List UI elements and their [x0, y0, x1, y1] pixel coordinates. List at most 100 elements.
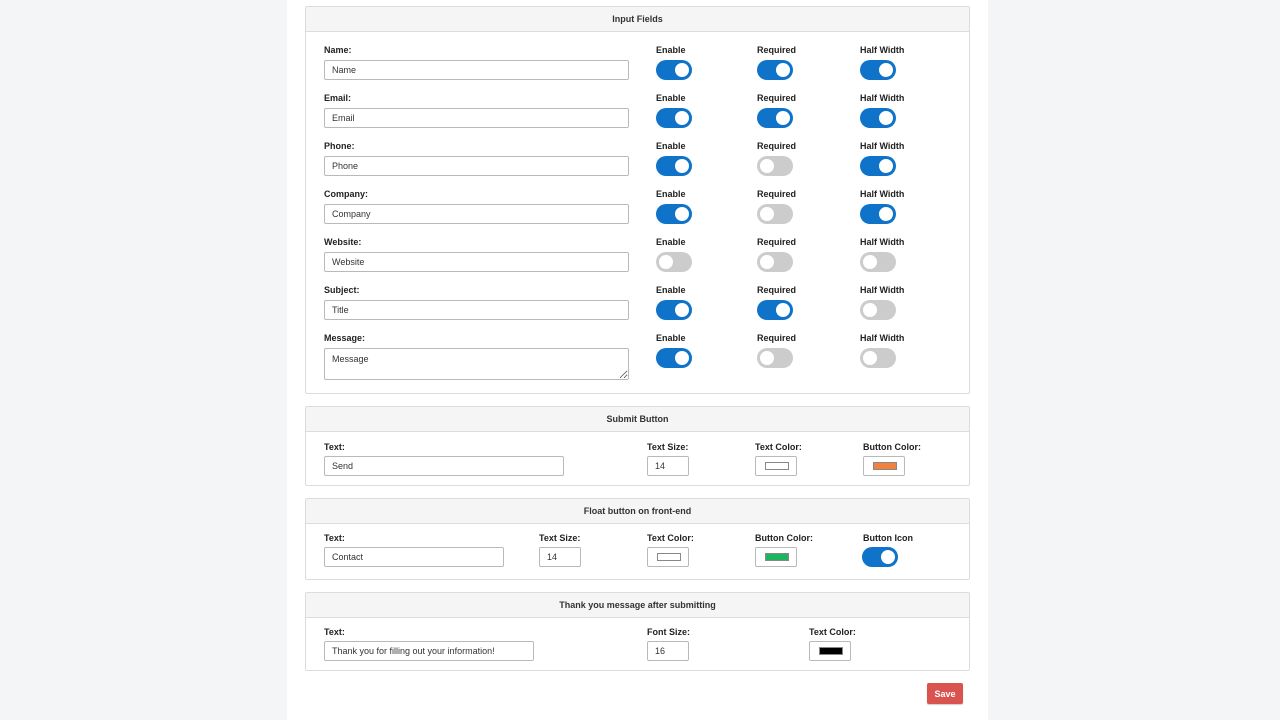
required-toggle-phone[interactable] — [757, 156, 793, 176]
float-button-color-chip — [765, 553, 789, 561]
toggle-knob — [675, 159, 689, 173]
field-label-phone: Phone: — [324, 141, 355, 151]
enable-toggle-company[interactable] — [656, 204, 692, 224]
float-text-color-picker[interactable] — [647, 547, 689, 567]
float-text-color-chip — [657, 553, 681, 561]
enable-toggle-title[interactable] — [656, 300, 692, 320]
required-toggle-title[interactable] — [757, 300, 793, 320]
float-size-label: Text Size: — [539, 533, 581, 543]
enable-label: Enable — [656, 189, 686, 199]
enable-label: Enable — [656, 333, 686, 343]
field-label-company: Company: — [324, 189, 369, 199]
required-label: Required — [757, 141, 797, 151]
submit-text-color-picker[interactable] — [755, 456, 797, 476]
toggle-knob — [675, 303, 689, 317]
field-label-title: Subject: — [324, 285, 360, 295]
toggle-knob — [879, 63, 893, 77]
float-icon-label: Button Icon — [863, 533, 913, 543]
toggle-knob — [879, 207, 893, 221]
toggle-knob — [760, 159, 774, 173]
submit-button-color-label: Button Color: — [863, 442, 921, 452]
field-input-phone[interactable] — [324, 156, 629, 176]
save-button[interactable]: Save — [927, 683, 963, 704]
required-toggle-email[interactable] — [757, 108, 793, 128]
enable-toggle-email[interactable] — [656, 108, 692, 128]
field-input-title[interactable] — [324, 300, 629, 320]
required-label: Required — [757, 333, 797, 343]
float-size-input[interactable] — [539, 547, 581, 567]
submit-button-title: Submit Button — [306, 407, 969, 432]
toggle-knob — [776, 303, 790, 317]
field-label-website: Website: — [324, 237, 362, 247]
enable-label: Enable — [656, 237, 686, 247]
toggle-knob — [760, 351, 774, 365]
half-width-label: Half Width — [860, 333, 905, 343]
thank-you-text-color-label: Text Color: — [809, 627, 856, 637]
half-width-toggle-name[interactable] — [860, 60, 896, 80]
toggle-knob — [760, 255, 774, 269]
toggle-knob — [863, 255, 877, 269]
thank-you-text-color-picker[interactable] — [809, 641, 851, 661]
field-label-name: Name: — [324, 45, 352, 55]
submit-size-label: Text Size: — [647, 442, 689, 452]
half-width-label: Half Width — [860, 285, 905, 295]
field-input-website[interactable] — [324, 252, 629, 272]
field-input-company[interactable] — [324, 204, 629, 224]
thank-you-text-label: Text: — [324, 627, 345, 637]
enable-toggle-website[interactable] — [656, 252, 692, 272]
toggle-knob — [760, 207, 774, 221]
float-text-color-label: Text Color: — [647, 533, 694, 543]
half-width-toggle-email[interactable] — [860, 108, 896, 128]
half-width-toggle-title[interactable] — [860, 300, 896, 320]
toggle-knob — [675, 63, 689, 77]
enable-toggle-phone[interactable] — [656, 156, 692, 176]
half-width-label: Half Width — [860, 93, 905, 103]
float-text-input[interactable] — [324, 547, 504, 567]
toggle-knob — [863, 303, 877, 317]
submit-button-color-picker[interactable] — [863, 456, 905, 476]
required-label: Required — [757, 237, 797, 247]
required-toggle-website[interactable] — [757, 252, 793, 272]
thank-you-text-input[interactable] — [324, 641, 534, 661]
toggle-knob — [776, 111, 790, 125]
enable-label: Enable — [656, 285, 686, 295]
field-input-message[interactable]: Message — [324, 348, 629, 380]
enable-toggle-name[interactable] — [656, 60, 692, 80]
toggle-knob — [675, 111, 689, 125]
float-button-color-picker[interactable] — [755, 547, 797, 567]
field-input-name[interactable] — [324, 60, 629, 80]
submit-text-color-chip — [765, 462, 789, 470]
toggle-knob — [863, 351, 877, 365]
field-label-message: Message: — [324, 333, 366, 343]
submit-button-color-chip — [873, 462, 897, 470]
submit-text-input[interactable] — [324, 456, 564, 476]
float-text-label: Text: — [324, 533, 345, 543]
half-width-toggle-phone[interactable] — [860, 156, 896, 176]
half-width-label: Half Width — [860, 141, 905, 151]
float-button-title: Float button on front-end — [306, 499, 969, 524]
thank-you-size-input[interactable] — [647, 641, 689, 661]
enable-toggle-message[interactable] — [656, 348, 692, 368]
input-fields-title: Input Fields — [306, 7, 969, 32]
half-width-label: Half Width — [860, 189, 905, 199]
half-width-toggle-message[interactable] — [860, 348, 896, 368]
toggle-knob — [659, 255, 673, 269]
required-label: Required — [757, 93, 797, 103]
half-width-label: Half Width — [860, 237, 905, 247]
required-toggle-message[interactable] — [757, 348, 793, 368]
toggle-knob — [675, 351, 689, 365]
submit-size-input[interactable] — [647, 456, 689, 476]
thank-you-title: Thank you message after submitting — [306, 593, 969, 618]
required-toggle-company[interactable] — [757, 204, 793, 224]
required-label: Required — [757, 45, 797, 55]
required-toggle-name[interactable] — [757, 60, 793, 80]
field-input-email[interactable] — [324, 108, 629, 128]
required-label: Required — [757, 285, 797, 295]
float-icon-toggle[interactable] — [862, 547, 898, 567]
enable-label: Enable — [656, 45, 686, 55]
thank-you-size-label: Font Size: — [647, 627, 690, 637]
submit-text-label: Text: — [324, 442, 345, 452]
half-width-toggle-company[interactable] — [860, 204, 896, 224]
submit-text-color-label: Text Color: — [755, 442, 802, 452]
half-width-toggle-website[interactable] — [860, 252, 896, 272]
